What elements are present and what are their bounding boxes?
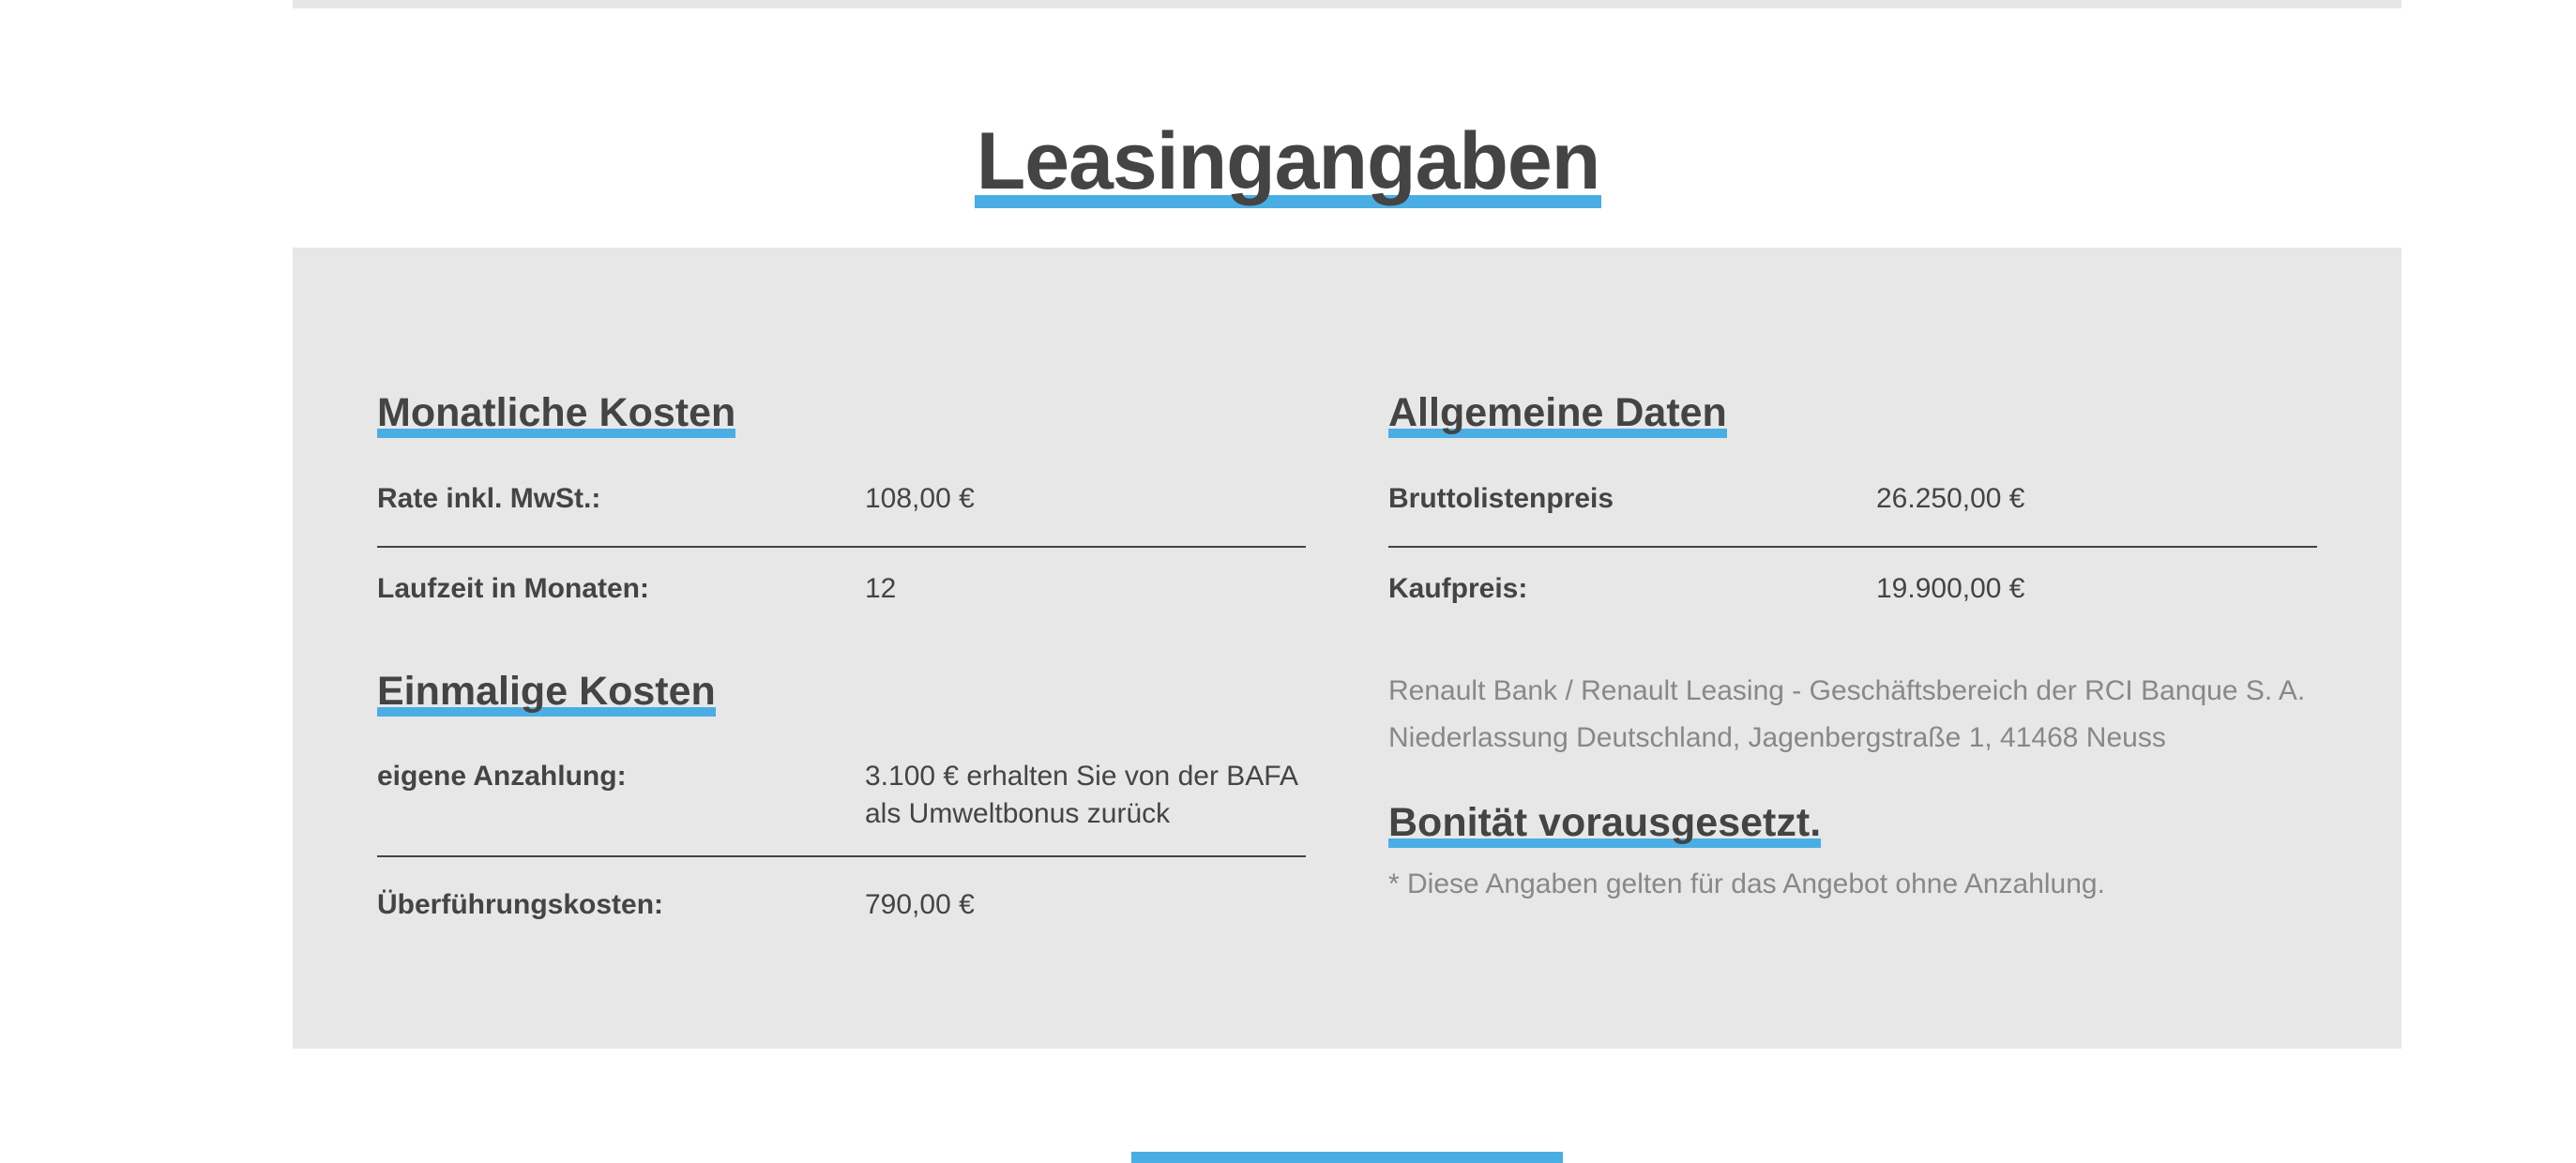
- general-data-title: Allgemeine Daten: [1388, 387, 1727, 438]
- lender-info: Renault Bank / Renault Leasing - Geschäf…: [1388, 675, 2306, 753]
- bottom-accent-bar: [1131, 1152, 1563, 1163]
- top-divider-bar: [293, 0, 2402, 8]
- row-divider: [377, 546, 1306, 548]
- monthly-costs-title: Monatliche Kosten: [377, 387, 736, 438]
- leasing-panel: Monatliche Kosten Rate inkl. MwSt.: 108,…: [293, 248, 2402, 1049]
- row-divider: [377, 855, 1306, 857]
- list-price-label: Bruttolistenpreis: [1388, 483, 1614, 514]
- credit-note: * Diese Angaben gelten für das Angebot o…: [1388, 868, 2105, 899]
- term-value: 12: [865, 573, 897, 604]
- downpayment-label: eigene Anzahlung:: [377, 761, 627, 792]
- purchase-price-value: 19.900,00 €: [1876, 573, 2025, 604]
- rate-value: 108,00 €: [865, 483, 975, 514]
- downpayment-value: 3.100 € erhalten Sie von der BAFA als Um…: [865, 761, 1297, 829]
- row-divider: [1388, 546, 2317, 548]
- transfer-value: 790,00 €: [865, 889, 975, 920]
- transfer-label: Überführungskosten:: [377, 889, 664, 920]
- page-title-wrap: Leasingangaben: [0, 114, 2576, 208]
- rate-label: Rate inkl. MwSt.:: [377, 483, 601, 514]
- credit-title: Bonität vorausgesetzt.: [1388, 797, 1822, 848]
- term-label: Laufzeit in Monaten:: [377, 573, 649, 604]
- onetime-costs-title: Einmalige Kosten: [377, 666, 716, 717]
- list-price-value: 26.250,00 €: [1876, 483, 2025, 514]
- purchase-price-label: Kaufpreis:: [1388, 573, 1528, 604]
- page-title: Leasingangaben: [974, 114, 1602, 208]
